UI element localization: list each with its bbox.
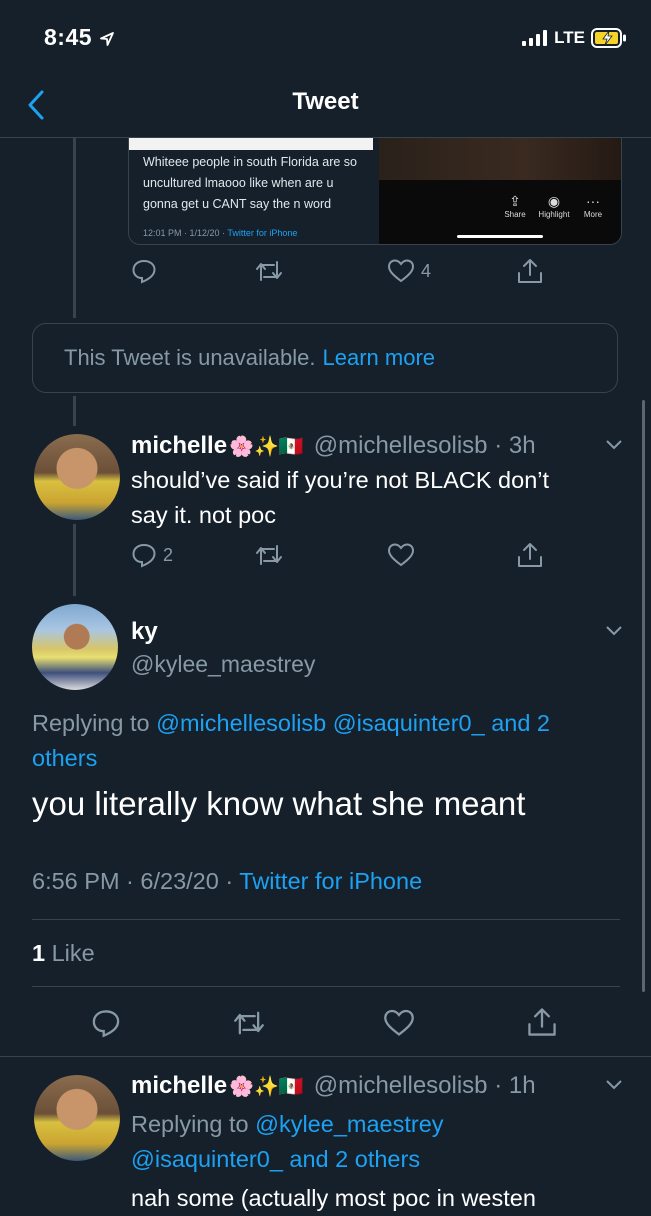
reply-button[interactable]: [131, 258, 157, 284]
separator-dot: ·: [487, 432, 509, 459]
reply-icon: [131, 542, 157, 568]
screenshot-photo: [379, 138, 621, 180]
like-button[interactable]: [387, 542, 415, 568]
replying-to-others[interactable]: @isaquinter0_ and 2 others: [131, 1146, 420, 1172]
chevron-down-icon: [606, 626, 622, 636]
screenshot-white-strip: [129, 138, 373, 150]
name-emojis: 🌸✨🇲🇽: [229, 1075, 304, 1098]
replying-to-user[interactable]: @kylee_maestrey: [255, 1111, 443, 1137]
reply-button[interactable]: 2: [131, 542, 173, 568]
timestamp: 1h: [508, 1072, 536, 1099]
highlight-icon: ◉: [547, 193, 561, 209]
tweet-image[interactable]: Whiteee people in south Florida are so u…: [128, 138, 622, 245]
screenshot-right-pane: ⇪ Share ◉ Highlight ··· More: [379, 138, 621, 244]
reply-count: 2: [163, 544, 174, 565]
share-icon: [516, 257, 544, 285]
share-button[interactable]: [516, 541, 544, 569]
reply-icon: [131, 258, 157, 284]
avatar[interactable]: [34, 1075, 120, 1161]
thread-line: [73, 396, 76, 426]
replying-to-others[interactable]: others: [32, 745, 97, 771]
tweet-text: should’ve said if you’re not BLACK don’t…: [131, 467, 550, 528]
main-tweet-text: you literally know what she meant: [32, 785, 526, 822]
reply-button[interactable]: [91, 1008, 121, 1038]
retweet-button[interactable]: [233, 1008, 265, 1038]
heart-icon: [387, 258, 415, 284]
home-indicator: [457, 235, 543, 238]
share-icon: [526, 1006, 558, 1038]
chevron-down-icon: [606, 1080, 622, 1090]
username[interactable]: @kylee_maestrey: [131, 651, 315, 678]
divider: [32, 919, 620, 920]
share-icon: [516, 541, 544, 569]
page-title: Tweet: [292, 88, 359, 115]
username[interactable]: @michellesolisb: [314, 1072, 488, 1100]
heart-icon: [383, 1008, 415, 1038]
status-time: 8:45: [44, 24, 115, 51]
tweet-timestamp: 6:56 PM · 6/23/20 · Twitter for iPhone: [32, 868, 423, 894]
status-indicators: LTE: [522, 28, 627, 48]
reply-icon: [91, 1008, 121, 1038]
retweet-icon: [255, 542, 283, 568]
like-count: 4: [421, 260, 432, 281]
tweet-menu-button[interactable]: [606, 440, 622, 450]
thread-line: [73, 524, 76, 596]
divider: [32, 986, 620, 987]
avatar[interactable]: [32, 604, 118, 690]
like-button[interactable]: [383, 1008, 415, 1038]
timestamp: 3h: [508, 432, 536, 459]
share-button[interactable]: [526, 1006, 558, 1038]
chevron-down-icon: [606, 440, 622, 450]
retweet-icon: [255, 258, 283, 284]
likes-summary[interactable]: 1 Like: [32, 940, 95, 967]
name-emojis: 🌸✨🇲🇽: [229, 435, 304, 458]
screenshot-tweet-text: Whiteee people in south Florida are so u…: [143, 155, 358, 211]
share-button[interactable]: [516, 257, 544, 285]
thread-line: [73, 138, 76, 318]
reply2-header: michelle 🌸✨🇲🇽 @michellesolisb · 1h: [131, 1072, 536, 1100]
tweet-menu-button[interactable]: [606, 1080, 622, 1090]
retweet-button[interactable]: [255, 258, 283, 284]
tweet-text: nah some (actually most poc in westen: [131, 1185, 536, 1211]
network-type: LTE: [554, 28, 585, 47]
display-name[interactable]: michelle: [131, 432, 227, 460]
screenshot-more: ··· More: [573, 192, 613, 219]
more-icon: ···: [586, 193, 600, 209]
screenshot-share: ⇪ Share: [495, 192, 535, 219]
retweet-button[interactable]: [255, 542, 283, 568]
replying-to: Replying to @michellesolisb @isaquinter0…: [32, 710, 550, 771]
retweet-icon: [233, 1008, 265, 1038]
share-icon: ⇪: [509, 193, 521, 209]
avatar[interactable]: [34, 434, 120, 520]
reply1-header: michelle 🌸✨🇲🇽 @michellesolisb · 3h: [131, 432, 536, 460]
tweet-menu-button[interactable]: [606, 626, 622, 636]
heart-icon: [387, 542, 415, 568]
location-arrow-icon: [99, 31, 115, 47]
like-button[interactable]: 4: [387, 258, 431, 284]
display-name[interactable]: michelle: [131, 1072, 227, 1100]
replying-to: Replying to @kylee_maestrey @isaquinter0…: [131, 1111, 444, 1172]
replying-to-users[interactable]: @michellesolisb @isaquinter0_ and 2: [156, 710, 550, 736]
tweet-source-link[interactable]: Twitter for iPhone: [239, 868, 422, 894]
learn-more-link[interactable]: Learn more: [323, 345, 436, 371]
battery-icon: [591, 28, 627, 48]
username[interactable]: @michellesolisb: [314, 432, 488, 460]
scrollbar[interactable]: [642, 400, 645, 992]
unavailable-tweet-box: This Tweet is unavailable. Learn more: [32, 323, 618, 393]
signal-icon: [522, 30, 548, 46]
display-name[interactable]: ky: [131, 618, 158, 646]
separator-dot: ·: [487, 1072, 509, 1099]
screenshot-left-pane: Whiteee people in south Florida are so u…: [129, 138, 373, 244]
unavailable-text: This Tweet is unavailable.: [64, 345, 316, 370]
divider: [0, 1056, 651, 1057]
screenshot-highlight: ◉ Highlight: [534, 192, 574, 219]
screenshot-tweet-meta: 12:01 PM · 1/12/20 · Twitter for iPhone: [143, 228, 298, 238]
